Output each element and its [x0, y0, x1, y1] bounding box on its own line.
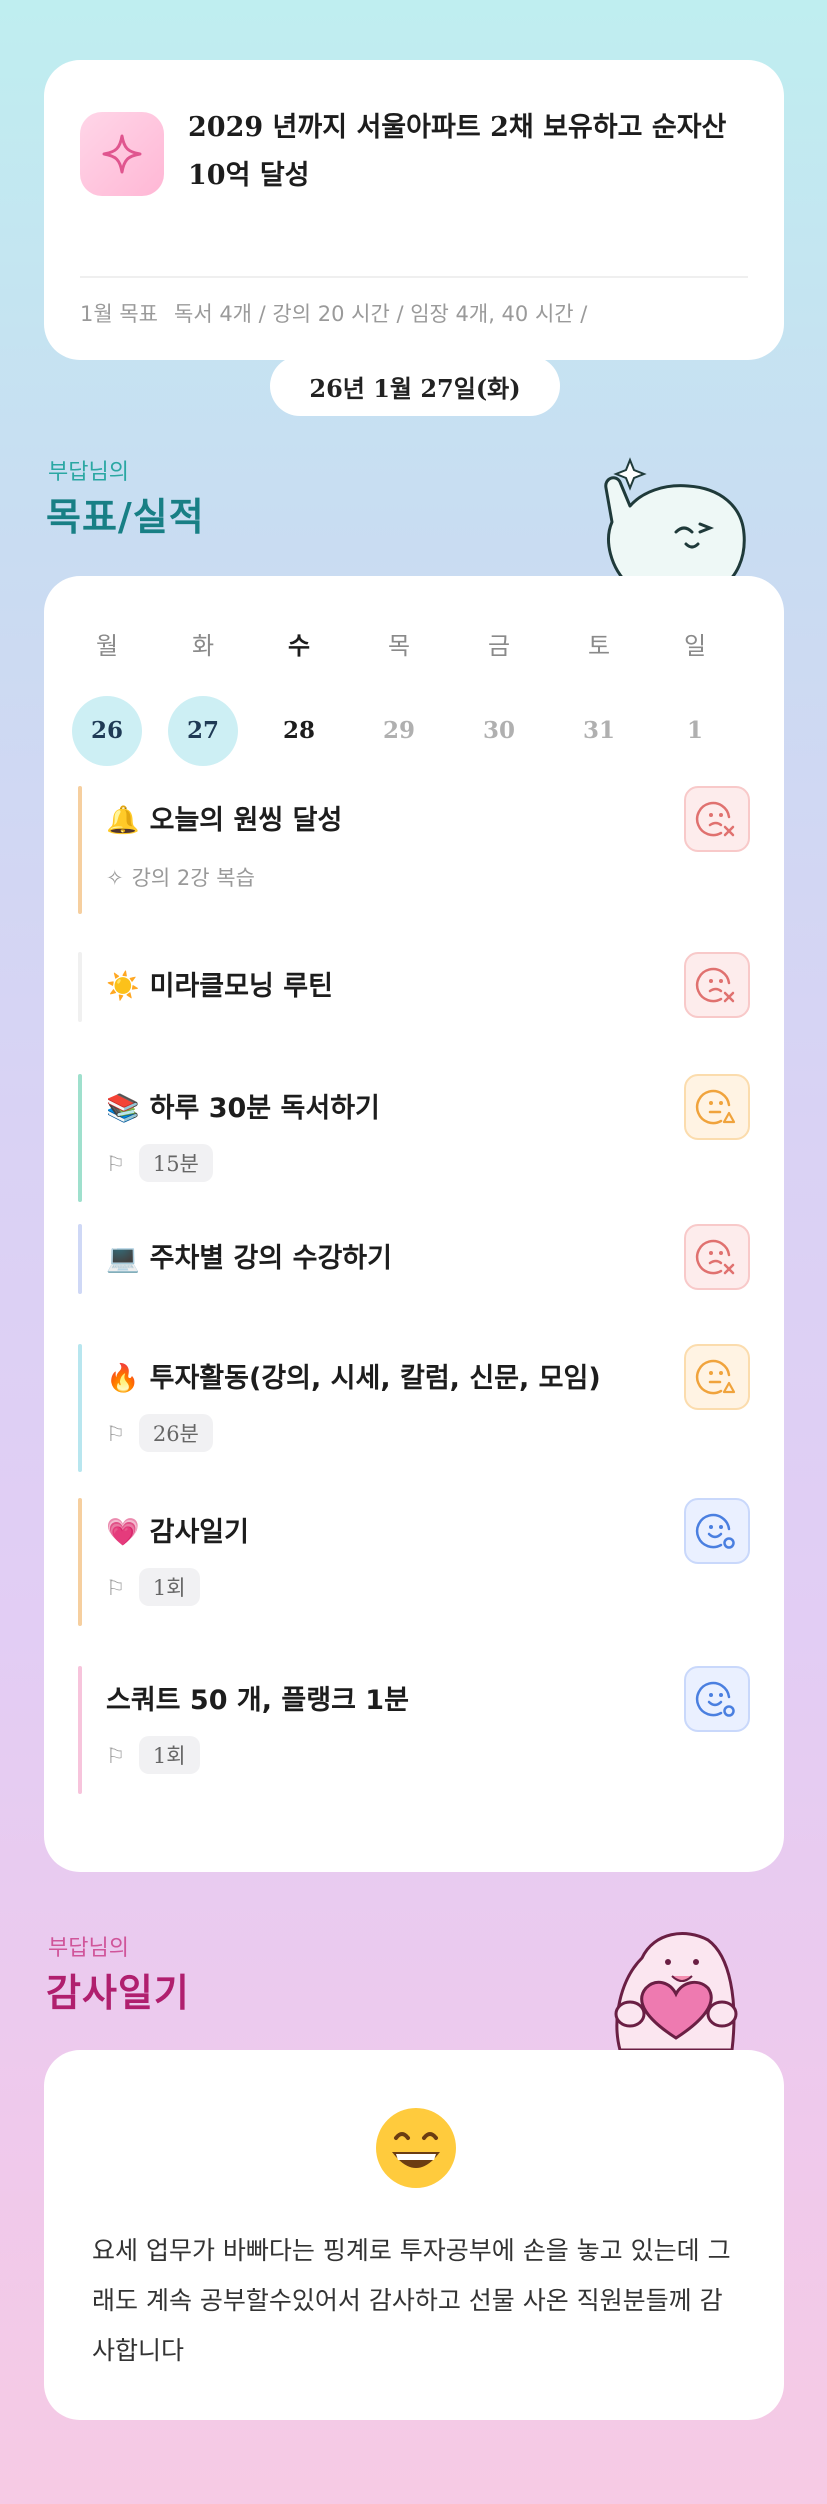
color-bar	[78, 1344, 82, 1472]
goal-emoji-icon: ☀️	[106, 971, 140, 1002]
goal-item-record: ⚐ 26분	[106, 1414, 213, 1452]
day-31[interactable]: 토 31	[564, 628, 634, 766]
mascot-illustration	[604, 457, 746, 588]
goal-item-label: 주차별 강의 수강하기	[149, 1243, 392, 1274]
goal-item[interactable]: 💗 감사일기 ⚐ 1회	[78, 1498, 750, 1626]
record-badge: 1회	[138, 1736, 200, 1774]
flag-icon: ⚐	[106, 1576, 125, 1600]
goal-emoji-icon: 🔔	[106, 805, 140, 836]
day-number: 26	[72, 696, 142, 766]
diary-owner: 부답님의	[48, 1936, 129, 1961]
sparkle-icon: ✧	[106, 866, 124, 890]
color-bar	[78, 1074, 82, 1202]
day-number: 28	[282, 717, 315, 744]
goal-item-title: 스쿼트 50 개, 플랭크 1분	[106, 1678, 409, 1717]
goal-emoji-icon: 🔥	[106, 1363, 140, 1394]
weekday-label: 목	[387, 632, 411, 660]
divider	[80, 276, 748, 278]
section-title: 목표/실적	[46, 495, 205, 539]
color-bar	[78, 1666, 82, 1794]
goal-item-title: 📚 하루 30분 독서하기	[106, 1086, 380, 1125]
goal-item[interactable]: 💻 주차별 강의 수강하기	[78, 1224, 750, 1294]
status-done-icon[interactable]	[684, 1498, 750, 1564]
day-number: 29	[382, 717, 415, 744]
goal-item-label: 하루 30분 독서하기	[149, 1093, 380, 1124]
goal-emoji-icon: 💻	[106, 1243, 140, 1274]
section-owner: 부답님의	[48, 460, 129, 485]
sparkle-icon	[80, 112, 164, 196]
grinning-face-icon	[376, 2108, 456, 2188]
status-fail-icon[interactable]	[684, 1224, 750, 1290]
goal-item-label: 투자활동(강의, 시세, 칼럼, 신문, 모임)	[149, 1363, 601, 1394]
day-number: 27	[168, 696, 238, 766]
day-27[interactable]: 화 27	[168, 628, 238, 766]
weekday-label: 금	[487, 632, 511, 660]
status-fail-icon[interactable]	[684, 786, 750, 852]
weekday-label: 화	[191, 632, 215, 660]
month-goal-text: 독서 4개 / 강의 20 시간 / 임장 4개, 40 시간 /	[174, 302, 588, 326]
weekday-label: 수	[287, 632, 311, 660]
week-calendar: 월 26 화 27 수 28 목 29 금 30 토 31 일 1	[44, 628, 784, 768]
goal-item-title: ☀️ 미라클모닝 루틴	[106, 964, 333, 1003]
color-bar	[78, 952, 82, 1022]
day-number: 30	[482, 717, 515, 744]
status-fail-icon[interactable]	[684, 952, 750, 1018]
goal-item[interactable]: 🔔 오늘의 원씽 달성 ✧ 강의 2강 복습	[78, 786, 750, 914]
day-number: 31	[582, 717, 615, 744]
diary-title: 감사일기	[46, 1971, 190, 2015]
flag-icon: ⚐	[106, 1152, 125, 1176]
record-badge: 1회	[138, 1568, 200, 1606]
goal-item-label: 감사일기	[149, 1517, 249, 1548]
status-done-icon[interactable]	[684, 1666, 750, 1732]
goal-card[interactable]: 2029 년까지 서울아파트 2채 보유하고 순자산 10억 달성 1월 목표 독…	[44, 60, 784, 360]
date-pill[interactable]: 26년 1월 27일(화)	[270, 356, 560, 416]
goal-emoji-icon: 💗	[106, 1517, 140, 1548]
diary-card[interactable]: 요세 업무가 바빠다는 핑계로 투자공부에 손을 놓고 있는데 그래도 계속 공…	[44, 2050, 784, 2420]
goal-item[interactable]: 📚 하루 30분 독서하기 ⚐ 15분	[78, 1074, 750, 1202]
mascot-heart-illustration	[614, 1932, 738, 2050]
goals-card: 월 26 화 27 수 28 목 29 금 30 토 31 일 1 🔔 오늘의 원씽 달성 ✧ 강의 2강 복습…	[44, 576, 784, 1872]
goal-item[interactable]: 스쿼트 50 개, 플랭크 1분 ⚐ 1회	[78, 1666, 750, 1794]
goal-item[interactable]: ☀️ 미라클모닝 루틴	[78, 952, 750, 1022]
goal-item-record: ⚐ 1회	[106, 1736, 200, 1774]
goal-item-label: 미라클모닝 루틴	[149, 971, 333, 1002]
flag-icon: ⚐	[106, 1744, 125, 1768]
goal-item-label: 오늘의 원씽 달성	[149, 805, 343, 836]
goal-item-record: ⚐ 1회	[106, 1568, 200, 1606]
color-bar	[78, 1224, 82, 1294]
goal-title: 2029 년까지 서울아파트 2채 보유하고 순자산 10억 달성	[188, 112, 727, 191]
color-bar	[78, 786, 82, 914]
goal-item-record: ⚐ 15분	[106, 1144, 213, 1182]
day-28[interactable]: 수 28	[264, 628, 334, 766]
day-30[interactable]: 금 30	[464, 628, 534, 766]
diary-text: 요세 업무가 바빠다는 핑계로 투자공부에 손을 놓고 있는데 그래도 계속 공…	[92, 2236, 731, 2365]
flag-icon: ⚐	[106, 1422, 125, 1446]
day-1[interactable]: 일1	[660, 628, 730, 766]
color-bar	[78, 1498, 82, 1626]
goal-item[interactable]: 🔥 투자활동(강의, 시세, 칼럼, 신문, 모임) ⚐ 26분	[78, 1344, 750, 1472]
goal-item-label: 스쿼트 50 개, 플랭크 1분	[106, 1685, 409, 1716]
weekday-label: 일	[683, 632, 707, 660]
weekday-label: 월	[95, 632, 119, 660]
record-badge: 26분	[138, 1414, 213, 1452]
goal-item-title: 💗 감사일기	[106, 1510, 249, 1549]
month-goal-label: 1월 목표	[80, 302, 158, 326]
goal-item-sub-text: 강의 2강 복습	[131, 866, 255, 890]
status-partial-icon[interactable]	[684, 1344, 750, 1410]
goal-item-sub: ✧ 강의 2강 복습	[106, 862, 255, 892]
goal-emoji-icon: 📚	[106, 1093, 140, 1124]
day-26[interactable]: 월 26	[72, 628, 142, 766]
day-number: 1	[686, 717, 703, 744]
record-badge: 15분	[138, 1144, 213, 1182]
goal-item-title: 🔔 오늘의 원씽 달성	[106, 798, 342, 837]
goal-item-title: 🔥 투자활동(강의, 시세, 칼럼, 신문, 모임)	[106, 1356, 601, 1395]
status-partial-icon[interactable]	[684, 1074, 750, 1140]
month-goals: 1월 목표 독서 4개 / 강의 20 시간 / 임장 4개, 40 시간 /	[80, 298, 587, 328]
day-29[interactable]: 목 29	[364, 628, 434, 766]
weekday-label: 토	[587, 632, 611, 660]
goal-item-title: 💻 주차별 강의 수강하기	[106, 1236, 392, 1275]
